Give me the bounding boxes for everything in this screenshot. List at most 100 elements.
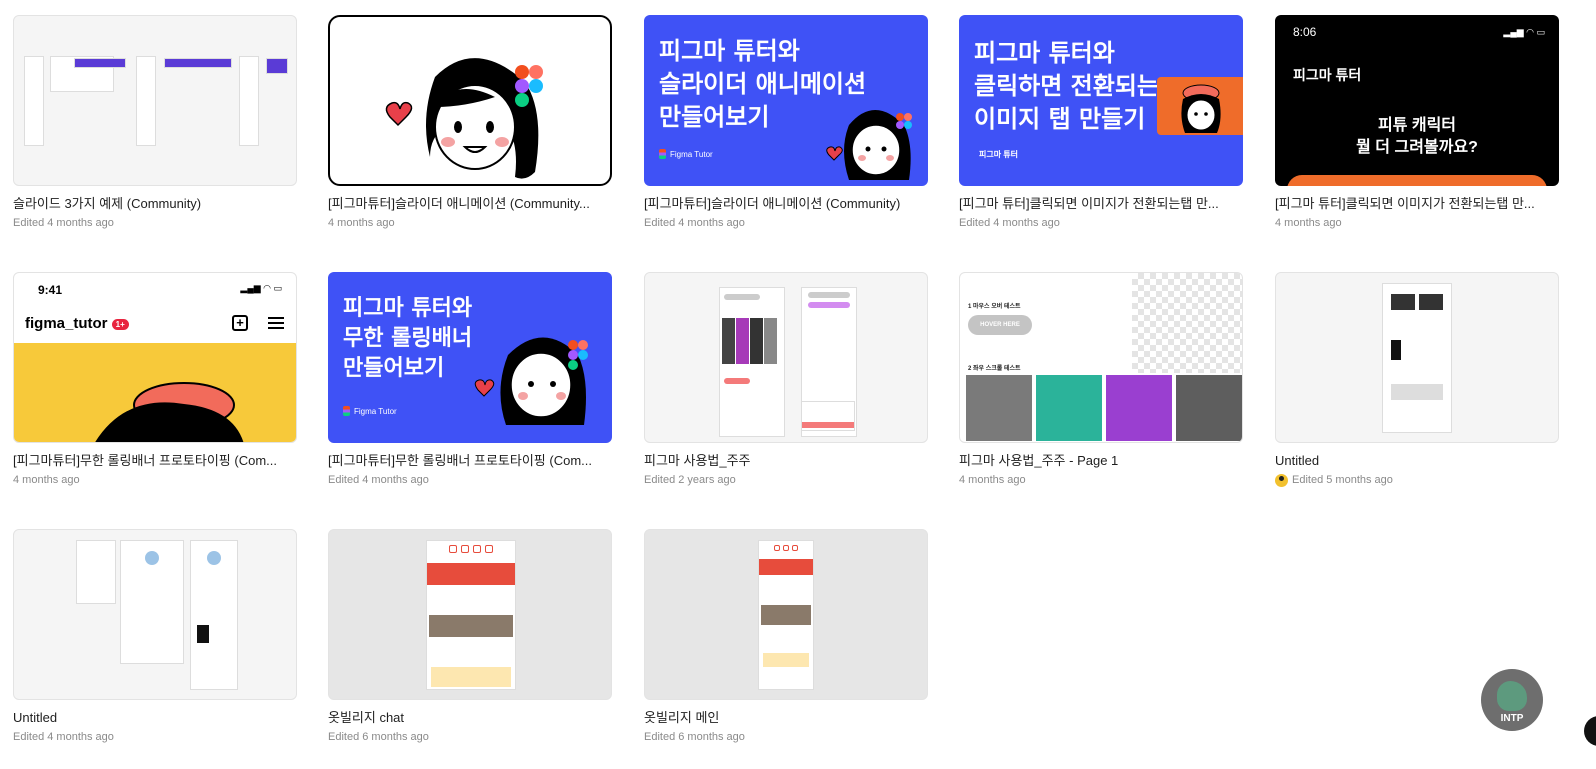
edited-time: 4 months ago	[328, 217, 395, 229]
file-thumbnail[interactable]: 1 마우스 오버 테스트 HOVER HERE 2 좌우 스크롤 테스트	[959, 272, 1243, 443]
file-card[interactable]: 피그마 사용법_주주 Edited 2 years ago	[644, 272, 928, 487]
edited-time: Edited 4 months ago	[13, 217, 114, 229]
file-meta: 4 months ago	[13, 473, 297, 487]
file-meta: Edited 4 months ago	[13, 730, 297, 744]
file-card[interactable]: Untitled Edited 5 months ago	[1275, 272, 1559, 487]
character-illustration	[474, 337, 588, 425]
file-card[interactable]: 8:06 ▂▄▆ ◠ ▭ 피그마 튜터 피튜 캐릭터 뭘 더 그려볼까요? [피…	[1275, 15, 1559, 230]
thumb-heading: 피그마 튜터와 무한 롤링배너 만들어보기	[343, 294, 472, 384]
edited-time: 4 months ago	[13, 474, 80, 486]
frame-preview	[24, 56, 44, 146]
file-thumbnail[interactable]	[328, 529, 612, 700]
brand-label: Figma Tutor	[670, 149, 713, 159]
file-title[interactable]: Untitled	[13, 710, 297, 726]
file-meta: Edited 2 years ago	[644, 473, 928, 487]
figma-tutor-brand: Figma Tutor	[343, 406, 397, 416]
file-card[interactable]: Untitled Edited 4 months ago	[13, 529, 297, 744]
file-title[interactable]: 피그마 사용법_주주	[644, 453, 928, 469]
figma-logo-icon	[659, 149, 666, 159]
file-card[interactable]: 9:41 ▂▄▆ ◠ ▭ figma_tutor 1+ + [피그마튜터]무한 …	[13, 272, 297, 487]
file-card[interactable]: 피그마 튜터와 클릭하면 전환되는 이미지 탭 만들기 피그마 튜터 [피그마 …	[959, 15, 1243, 230]
brand-label: 피그마 튜터	[979, 150, 1019, 159]
transparency-checker	[1132, 273, 1242, 373]
app-title: 피그마 튜터	[1293, 67, 1362, 83]
thumb-heading-line: 클릭하면 전환되는	[974, 72, 1159, 100]
frame-preview	[239, 56, 259, 146]
brand-label: Figma Tutor	[354, 406, 397, 416]
file-title[interactable]: [피그마 튜터]클릭되면 이미지가 전환되는탭 만...	[1275, 196, 1559, 212]
file-thumbnail[interactable]	[644, 529, 928, 700]
thumb-heading-line: 피그마 튜터와	[659, 37, 800, 65]
figma-logo-icon	[343, 406, 350, 416]
plus-icon: +	[232, 315, 248, 331]
file-title[interactable]: [피그마튜터]무한 롤링배너 프로토타이핑 (Com...	[328, 453, 612, 469]
cta-button-preview	[1287, 175, 1547, 186]
file-thumbnail[interactable]: 피그마 튜터와 클릭하면 전환되는 이미지 탭 만들기 피그마 튜터	[959, 15, 1243, 186]
file-card[interactable]: 피그마 튜터와 슬라이더 애니메이션 만들어보기 Figma Tutor [피그…	[644, 15, 928, 230]
figma-tutor-brand: 피그마 튜터	[979, 149, 1018, 160]
frame-preview	[266, 58, 288, 74]
file-card[interactable]: 옷빌리지 chat Edited 6 months ago	[328, 529, 612, 744]
file-card[interactable]: 1 마우스 오버 테스트 HOVER HERE 2 좌우 스크롤 테스트 피그마…	[959, 272, 1243, 487]
frame-preview	[1382, 283, 1452, 433]
edited-time: Edited 5 months ago	[1292, 474, 1393, 486]
edited-time: Edited 4 months ago	[13, 731, 114, 743]
thumb-heading-line: 이미지 탭 만들기	[974, 105, 1146, 133]
file-title[interactable]: 피그마 사용법_주주 - Page 1	[959, 453, 1243, 469]
frame-preview	[426, 540, 516, 690]
file-title[interactable]: [피그마튜터]무한 롤링배너 프로토타이핑 (Com...	[13, 453, 297, 469]
frame-preview	[136, 56, 156, 146]
character-illustration	[826, 110, 912, 180]
file-title[interactable]: [피그마 튜터]클릭되면 이미지가 전환되는탭 만...	[959, 196, 1243, 212]
edited-time: Edited 6 months ago	[328, 731, 429, 743]
file-thumbnail[interactable]: 8:06 ▂▄▆ ◠ ▭ 피그마 튜터 피튜 캐릭터 뭘 더 그려볼까요?	[1275, 15, 1559, 186]
file-title[interactable]: 옷빌리지 chat	[328, 710, 612, 726]
status-time: 8:06	[1293, 25, 1317, 39]
frame-preview	[719, 287, 785, 437]
edited-time: Edited 6 months ago	[644, 731, 745, 743]
file-title[interactable]: Untitled	[1275, 453, 1559, 469]
file-thumbnail[interactable]	[13, 15, 297, 186]
menu-icon	[268, 317, 284, 329]
file-card[interactable]: 옷빌리지 메인 Edited 6 months ago	[644, 529, 928, 744]
file-thumbnail[interactable]	[328, 15, 612, 186]
thumb-heading-line: 피튜 캐릭터	[1377, 117, 1457, 134]
file-meta: Edited 5 months ago	[1275, 473, 1559, 487]
file-card[interactable]: 슬라이드 3가지 예제 (Community) Edited 4 months …	[13, 15, 297, 230]
file-card[interactable]: 피그마 튜터와 무한 롤링배너 만들어보기 Figma Tutor [피그마튜터…	[328, 272, 612, 487]
file-meta: 4 months ago	[328, 216, 612, 230]
dinosaur-icon	[1497, 681, 1527, 711]
file-title[interactable]: [피그마튜터]슬라이더 애니메이션 (Community)	[644, 196, 928, 212]
edited-time: 4 months ago	[959, 474, 1026, 486]
tab-image-preview	[1157, 77, 1243, 135]
frame-preview	[801, 401, 855, 431]
file-title[interactable]: 옷빌리지 메인	[644, 710, 928, 726]
file-thumbnail[interactable]	[644, 272, 928, 443]
file-meta: Edited 4 months ago	[959, 216, 1243, 230]
file-thumbnail[interactable]: 피그마 튜터와 무한 롤링배너 만들어보기 Figma Tutor	[328, 272, 612, 443]
character-illustration	[385, 58, 543, 179]
mbti-assistant-button[interactable]: INTP	[1481, 669, 1543, 731]
thumb-heading-line: 무한 롤링배너	[343, 326, 473, 351]
file-thumbnail[interactable]: 9:41 ▂▄▆ ◠ ▭ figma_tutor 1+ +	[13, 272, 297, 443]
frame-preview	[164, 58, 232, 68]
hover-button-preview: HOVER HERE	[968, 315, 1032, 335]
character-illustration	[95, 382, 244, 442]
image-strip	[966, 375, 1242, 441]
thumb-heading-line: 피그마 튜터와	[343, 296, 473, 321]
thumb-heading-line: 피그마 튜터와	[974, 39, 1115, 67]
character-illustration	[1181, 84, 1221, 133]
file-thumbnail[interactable]	[1275, 272, 1559, 443]
help-button[interactable]	[1584, 716, 1596, 746]
file-thumbnail[interactable]	[13, 529, 297, 700]
file-title[interactable]: 슬라이드 3가지 예제 (Community)	[13, 196, 297, 212]
profile-handle: figma_tutor 1+	[25, 315, 129, 332]
file-meta: Edited 6 months ago	[328, 730, 612, 744]
file-title[interactable]: [피그마튜터]슬라이더 애니메이션 (Community...	[328, 196, 612, 212]
thumb-heading-line: 만들어보기	[343, 356, 445, 381]
file-thumbnail[interactable]: 피그마 튜터와 슬라이더 애니메이션 만들어보기 Figma Tutor	[644, 15, 928, 186]
notification-badge: 1+	[111, 318, 129, 330]
file-card[interactable]: [피그마튜터]슬라이더 애니메이션 (Community... 4 months…	[328, 15, 612, 230]
assistant-label: INTP	[1500, 713, 1524, 724]
file-meta: Edited 4 months ago	[328, 473, 612, 487]
